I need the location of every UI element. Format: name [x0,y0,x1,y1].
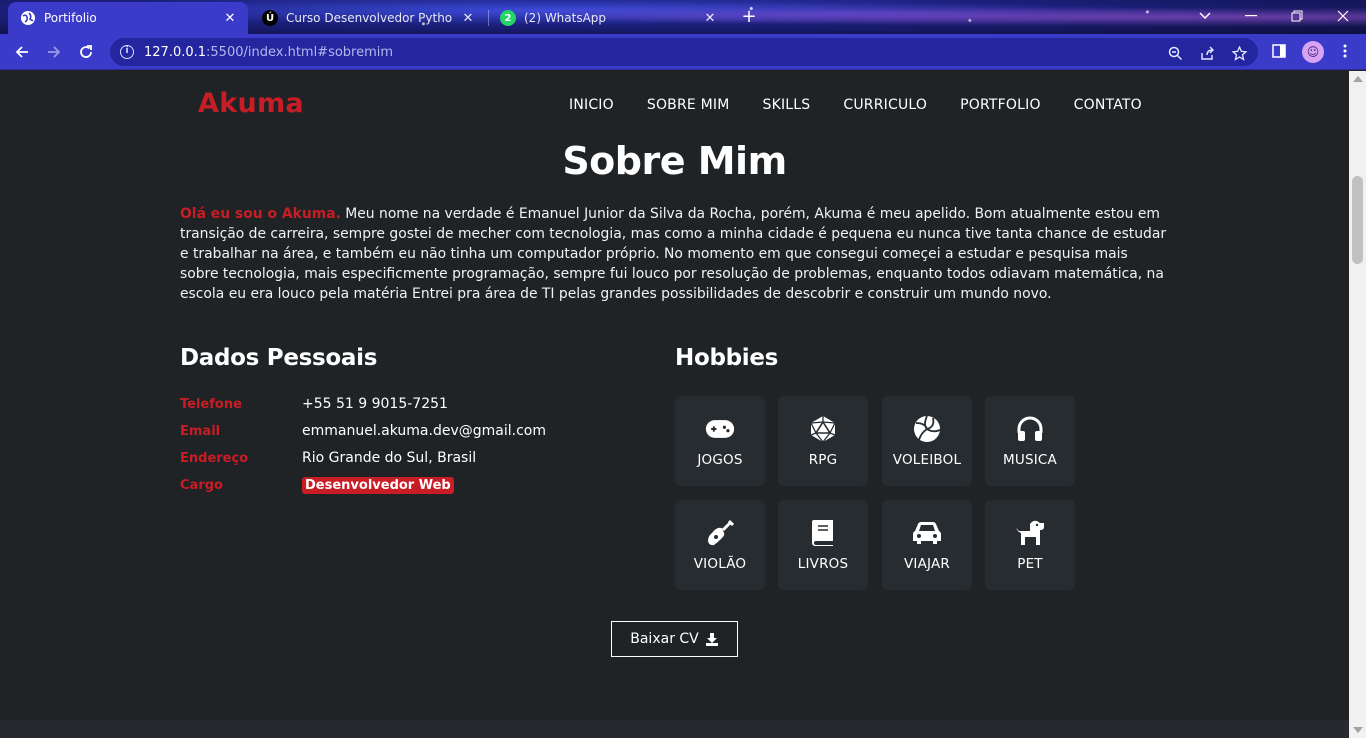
info-value: +55 51 9 9015-7251 [302,396,448,412]
guitar-icon [705,518,735,548]
book-icon [808,518,838,548]
scroll-up-arrow-icon[interactable] [1353,76,1363,82]
nav-portfolio[interactable]: PORTFOLIO [960,97,1041,113]
close-tab-icon[interactable]: ✕ [222,11,238,26]
hobby-card-voleibol: VOLEIBOL [882,396,972,486]
scrollbar-track[interactable] [1349,71,1366,738]
page-viewport: Akuma INICIO SOBRE MIM SKILLS CURRICULO … [0,71,1349,738]
udemy-icon: Ú [262,10,278,26]
info-row-role: Cargo Desenvolvedor Web [180,475,454,495]
car-icon [912,518,942,548]
reload-button[interactable] [72,38,100,66]
scroll-down-arrow-icon[interactable] [1353,727,1363,733]
hobby-card-jogos: JOGOS [675,396,765,486]
tab-curso-python[interactable]: Ú Curso Desenvolvedor Python Con ✕ [250,2,486,34]
hobby-label: MUSICA [1003,452,1057,468]
tab-whatsapp[interactable]: 2 (2) WhatsApp ✕ [488,2,728,34]
info-row-address: Endereço Rio Grande do Sul, Brasil [180,448,476,468]
tab-title: Portifolio [44,11,97,25]
globe-icon [20,10,36,26]
address-bar[interactable]: i 127.0.0.1:5500/index.html#sobremim [110,38,1258,66]
hobbies-title: Hobbies [675,345,779,371]
hobby-label: RPG [808,452,838,468]
download-cv-button[interactable]: Baixar CV [611,621,738,657]
browser-tab-strip: Portifolio ✕ Ú Curso Desenvolvedor Pytho… [0,0,1366,34]
tab-title: (2) WhatsApp [524,11,607,25]
nav-skills[interactable]: SKILLS [762,97,810,113]
tab-portifolio[interactable]: Portifolio ✕ [8,2,248,34]
nav-inicio[interactable]: INICIO [569,97,614,113]
browser-toolbar: i 127.0.0.1:5500/index.html#sobremim [0,34,1366,70]
profile-avatar[interactable]: ☺ [1302,41,1324,63]
info-row-email: Email emmanuel.akuma.dev@gmail.com [180,421,546,441]
hobby-card-livros: LIVROS [778,500,868,590]
hobby-card-violao: VIOLÃO [675,500,765,590]
nav-sobre-mim[interactable]: SOBRE MIM [647,97,730,113]
new-tab-button[interactable]: + [738,6,760,28]
close-tab-icon[interactable]: ✕ [702,11,718,26]
hobby-card-pet: PET [985,500,1075,590]
nav-curriculo[interactable]: CURRICULO [843,97,927,113]
info-label: Endereço [180,450,249,466]
personal-data-title: Dados Pessoais [180,345,378,371]
volleyball-icon [912,414,942,444]
hobby-label: VIOLÃO [693,556,747,572]
tab-title: Curso Desenvolvedor Python Con [286,11,452,25]
download-icon [705,633,718,646]
restore-button[interactable] [1274,0,1320,32]
url-path: :5500/index.html#sobremim [206,44,394,60]
share-icon[interactable] [1196,42,1218,64]
close-tab-icon[interactable]: ✕ [460,11,476,26]
intro-highlight: Olá eu sou o Akuma. [180,206,341,222]
minimize-button[interactable] [1228,0,1274,32]
tab-search-chevron-icon[interactable] [1182,0,1228,32]
hobby-label: VIAJAR [903,556,950,572]
site-info-icon[interactable]: i [120,45,134,59]
hobby-card-musica: MUSICA [985,396,1075,486]
info-value: Rio Grande do Sul, Brasil [302,450,477,466]
info-row-phone: Telefone +55 51 9 9015-7251 [180,394,448,414]
hobby-card-rpg: RPG [778,396,868,486]
bookmark-star-icon[interactable] [1228,42,1250,64]
back-button[interactable] [8,38,36,66]
role-badge: Desenvolvedor Web [302,476,454,494]
zoom-icon[interactable] [1164,42,1186,64]
download-cv-label: Baixar CV [630,631,699,647]
close-window-button[interactable] [1320,0,1366,32]
intro-paragraph: Olá eu sou o Akuma. Meu nome na verdade … [180,205,1170,305]
next-section-edge [0,720,1349,738]
section-title: Sobre Mim [562,139,787,183]
nav-contato[interactable]: CONTATO [1074,97,1142,113]
scrollbar-thumb[interactable] [1352,176,1363,264]
site-logo[interactable]: Akuma [198,88,304,119]
forward-button[interactable] [40,38,68,66]
hobby-card-viajar: VIAJAR [882,500,972,590]
menu-dots-icon[interactable] [1334,40,1356,62]
info-label: Cargo [180,477,223,493]
hobby-label: VOLEIBOL [892,452,962,468]
gamepad-icon [705,414,735,444]
hobby-label: LIVROS [797,556,849,572]
headphones-icon [1015,414,1045,444]
url-host: 127.0.0.1 [144,44,207,60]
dog-icon [1015,518,1045,548]
main-nav: INICIO SOBRE MIM SKILLS CURRICULO PORTFO… [569,97,1142,113]
d20-dice-icon [808,414,838,444]
side-panel-icon[interactable] [1268,40,1290,62]
hobby-label: PET [1017,556,1043,572]
info-label: Email [180,423,221,439]
info-value: emmanuel.akuma.dev@gmail.com [302,423,546,439]
whatsapp-icon: 2 [500,10,516,26]
hobby-label: JOGOS [697,452,743,468]
info-label: Telefone [180,396,242,412]
